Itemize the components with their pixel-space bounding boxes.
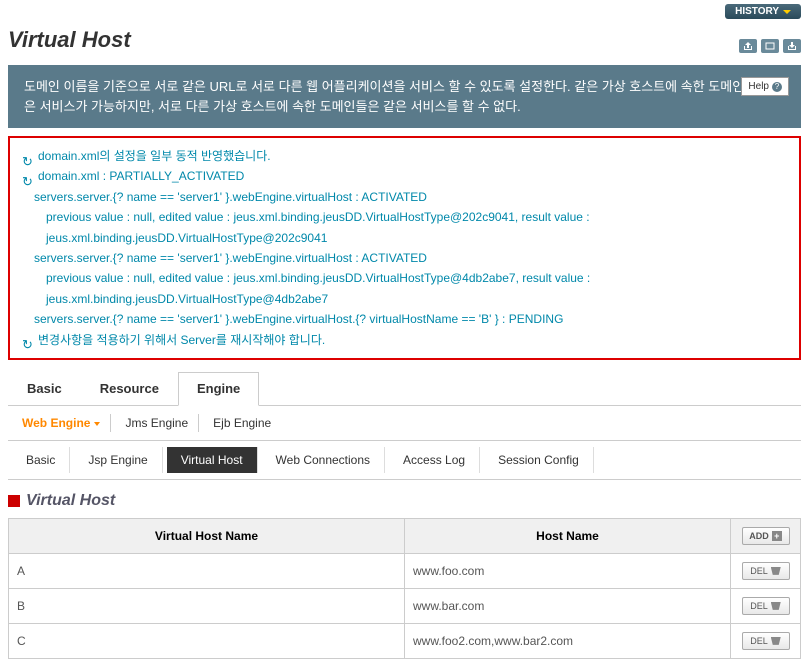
tab-web-connections[interactable]: Web Connections [262, 447, 386, 473]
history-button[interactable]: HISTORY [725, 4, 801, 19]
col-vh-name: Virtual Host Name [9, 518, 405, 553]
engine-tabs: Web Engine Jms Engine Ejb Engine [8, 406, 801, 441]
history-label: HISTORY [735, 6, 779, 17]
description-text: 도메인 이름을 기준으로 서로 같은 URL로 서로 다른 웹 어플리케이션을 … [24, 79, 784, 114]
del-button[interactable]: DEL [742, 597, 790, 615]
tab-web-engine[interactable]: Web Engine [12, 414, 111, 432]
del-button[interactable]: DEL [742, 562, 790, 580]
tab-resource[interactable]: Resource [81, 372, 178, 405]
main-tabs: Basic Resource Engine [8, 372, 801, 406]
add-button[interactable]: ADD [742, 527, 790, 545]
table-row: B www.bar.com DEL [9, 588, 801, 623]
tab-basic[interactable]: Basic [8, 372, 81, 405]
section-marker-icon [8, 495, 20, 507]
tab-we-basic[interactable]: Basic [12, 447, 70, 473]
tab-jsp-engine[interactable]: Jsp Engine [74, 447, 162, 473]
tab-ejb-engine[interactable]: Ejb Engine [203, 414, 281, 432]
reload-icon [22, 334, 34, 346]
reload-icon [22, 171, 34, 183]
web-engine-tabs: Basic Jsp Engine Virtual Host Web Connec… [8, 441, 801, 480]
xml-icon[interactable] [761, 39, 779, 53]
reload-icon [22, 151, 34, 163]
tab-virtual-host[interactable]: Virtual Host [167, 447, 258, 473]
virtual-host-table: Virtual Host Name Host Name ADD A www.fo… [8, 518, 801, 659]
tab-jms-engine[interactable]: Jms Engine [115, 414, 199, 432]
del-button[interactable]: DEL [742, 632, 790, 650]
col-host-name: Host Name [405, 518, 731, 553]
description-box: Help 도메인 이름을 기준으로 서로 같은 URL로 서로 다른 웹 어플리… [8, 65, 801, 128]
help-button[interactable]: Help [741, 77, 789, 96]
section-title: Virtual Host [26, 492, 115, 510]
export-icon[interactable] [739, 39, 757, 53]
page-title: Virtual Host [8, 27, 131, 53]
status-box: domain.xml의 설정을 일부 동적 반영했습니다. domain.xml… [8, 136, 801, 360]
table-row: A www.foo.com DEL [9, 553, 801, 588]
import-icon[interactable] [783, 39, 801, 53]
tab-engine[interactable]: Engine [178, 372, 259, 406]
tab-session-config[interactable]: Session Config [484, 447, 594, 473]
tab-access-log[interactable]: Access Log [389, 447, 480, 473]
table-row: C www.foo2.com,www.bar2.com DEL [9, 623, 801, 658]
